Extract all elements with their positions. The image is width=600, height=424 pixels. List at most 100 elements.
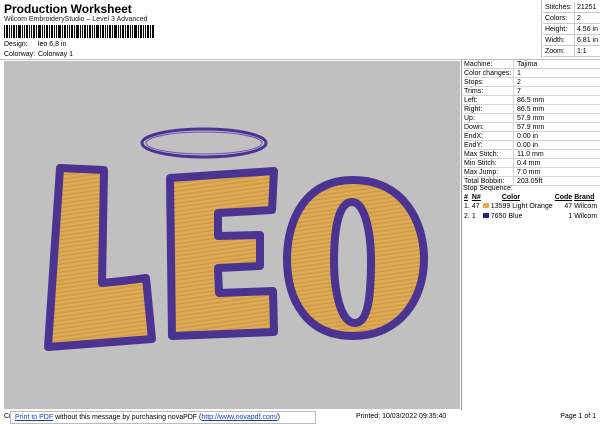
novapdf-url-link[interactable]: http://www.novapdf.com/ xyxy=(201,414,277,421)
stop-color-cell: 7650 Blue xyxy=(490,211,554,221)
machine-value: 11.0 mm xyxy=(513,149,600,159)
machine-row: Trims: 7 xyxy=(463,86,600,96)
stat-value: 21251 xyxy=(574,2,600,13)
machine-value: 2 xyxy=(513,77,600,87)
letter-l xyxy=(44,164,156,351)
stat-label: Zoom: xyxy=(543,45,575,57)
machine-row: Up: 57.9 mm xyxy=(463,113,600,123)
machine-label: Stops: xyxy=(463,77,514,87)
machine-value: 86.5 mm xyxy=(513,95,600,105)
machine-value: 7 xyxy=(513,86,600,96)
machine-label: Min Stitch: xyxy=(463,158,514,168)
stats-row: Stitches: 21251 xyxy=(543,2,600,13)
stop-hash: 1. xyxy=(464,202,470,210)
stop-sequence-row: 1. 47 13599 Light Orange 47 Wilcom xyxy=(463,201,598,211)
design-value: leo 6,8 in xyxy=(37,41,67,48)
stop-color-cell: 13599 Light Orange xyxy=(490,201,554,211)
stop-sequence-table: # N# Color Code Brand 1. 47 13599 Light … xyxy=(463,194,598,221)
machine-label: Machine: xyxy=(463,60,514,69)
machine-row: Max Stitch: 11.0 mm xyxy=(463,149,600,159)
machine-row: Right: 86.5 mm xyxy=(463,104,600,114)
stop-code: 1 xyxy=(568,212,573,220)
leo-embroidery-design xyxy=(44,127,428,351)
machine-value: 57.9 mm xyxy=(513,113,600,123)
stop-color-name: Blue xyxy=(508,212,523,220)
barcode xyxy=(4,25,154,38)
banner-end: ) xyxy=(277,414,280,421)
machine-label: Down: xyxy=(463,122,514,132)
software-name: Wilcom EmbroideryStudio – Level 3 Advanc… xyxy=(4,16,148,23)
stats-row: Colors: 2 xyxy=(543,12,600,24)
stat-label: Height: xyxy=(543,23,575,35)
page-title: Production Worksheet xyxy=(4,2,132,16)
stats-panel: Stitches: 21251 Colors: 2 Height: 4.56 in W… xyxy=(543,2,600,57)
stop-n: 1 xyxy=(471,212,476,220)
design-row: Design: leo 6,8 in xyxy=(4,41,66,48)
stop-sequence-header: # N# Color Code Brand xyxy=(463,194,598,201)
machine-label: Color changes: xyxy=(463,68,514,78)
letter-e xyxy=(166,167,278,340)
machine-row: Max Jump: 7.0 mm xyxy=(463,167,600,177)
machine-label: Trims: xyxy=(463,86,514,96)
banner-text: without this message by purchasing novaP… xyxy=(53,414,202,421)
machine-label: Left: xyxy=(463,95,514,105)
footer: Cr Print to PDF without this message by … xyxy=(0,411,600,424)
canvas-divider xyxy=(461,60,462,410)
machine-value: 203.05ft xyxy=(513,176,600,186)
stat-value: 4.56 in xyxy=(574,23,600,35)
machine-label: EndX: xyxy=(463,131,514,141)
col-swatch xyxy=(482,194,490,201)
machine-label: Max Stitch: xyxy=(463,149,514,159)
stop-brand: Wilcom xyxy=(574,202,598,210)
col-n: N# xyxy=(471,194,481,201)
stats-row: Zoom: 1:1 xyxy=(543,45,600,57)
stats-divider xyxy=(541,0,542,58)
printed-date: Printed: 10/03/2022 09:35:40 xyxy=(356,413,447,420)
page-number: Page 1 of 1 xyxy=(560,413,596,420)
colorway-row: Colorway: Colorway 1 xyxy=(4,51,73,58)
halo-ring-inner xyxy=(145,131,263,155)
col-code: Code xyxy=(554,194,573,201)
machine-row: Left: 86.5 mm xyxy=(463,95,600,105)
machine-label: EndY: xyxy=(463,140,514,150)
stop-n: 47 xyxy=(471,202,480,210)
stats-row: Width: 6.81 in xyxy=(543,34,600,46)
stat-label: Width: xyxy=(543,34,575,46)
machine-label: Max Jump: xyxy=(463,167,514,177)
stop-number: 7650 xyxy=(490,212,507,220)
stop-sequence-row: 2. 1 7650 Blue 1 Wilcom xyxy=(463,211,598,221)
machine-row: EndY: 0.00 in xyxy=(463,140,600,150)
stat-value: 2 xyxy=(574,12,600,24)
stats-row: Height: 4.56 in xyxy=(543,23,600,35)
design-label: Design: xyxy=(4,41,28,48)
machine-value: 86.5 mm xyxy=(513,104,600,114)
machine-value: 0.4 mm xyxy=(513,158,600,168)
design-preview xyxy=(4,61,460,409)
stat-value: 1:1 xyxy=(574,45,600,57)
machine-row: Stops: 2 xyxy=(463,77,600,87)
color-swatch xyxy=(482,203,489,209)
col-hash: # xyxy=(464,194,468,201)
machine-row: Down: 57.9 mm xyxy=(463,122,600,132)
machine-value: Tajima xyxy=(513,60,600,69)
stat-label: Stitches: xyxy=(543,2,575,13)
stat-label: Colors: xyxy=(543,12,575,24)
color-swatch-cell xyxy=(482,211,490,221)
print-to-pdf-link[interactable]: Print to PDF xyxy=(15,414,53,421)
machine-row: Color changes: 1 xyxy=(463,68,600,78)
halo-ring xyxy=(140,127,268,159)
stat-value: 6.81 in xyxy=(574,34,600,46)
stop-number: 13599 xyxy=(490,202,511,210)
color-swatch xyxy=(482,213,489,219)
col-color: Color xyxy=(501,194,521,201)
machine-info-panel: Machine: Tajima Color changes: 1 Stops: 2 T… xyxy=(463,60,600,186)
stop-color-name: Light Orange xyxy=(512,202,553,210)
machine-value: 0.00 in xyxy=(513,131,600,141)
machine-label: Right: xyxy=(463,104,514,114)
color-swatch-cell xyxy=(482,201,490,211)
machine-row: Min Stitch: 0.4 mm xyxy=(463,158,600,168)
machine-value: 0.00 in xyxy=(513,140,600,150)
machine-value: 57.9 mm xyxy=(513,122,600,132)
machine-value: 1 xyxy=(513,68,600,78)
stop-code: 47 xyxy=(564,202,573,210)
